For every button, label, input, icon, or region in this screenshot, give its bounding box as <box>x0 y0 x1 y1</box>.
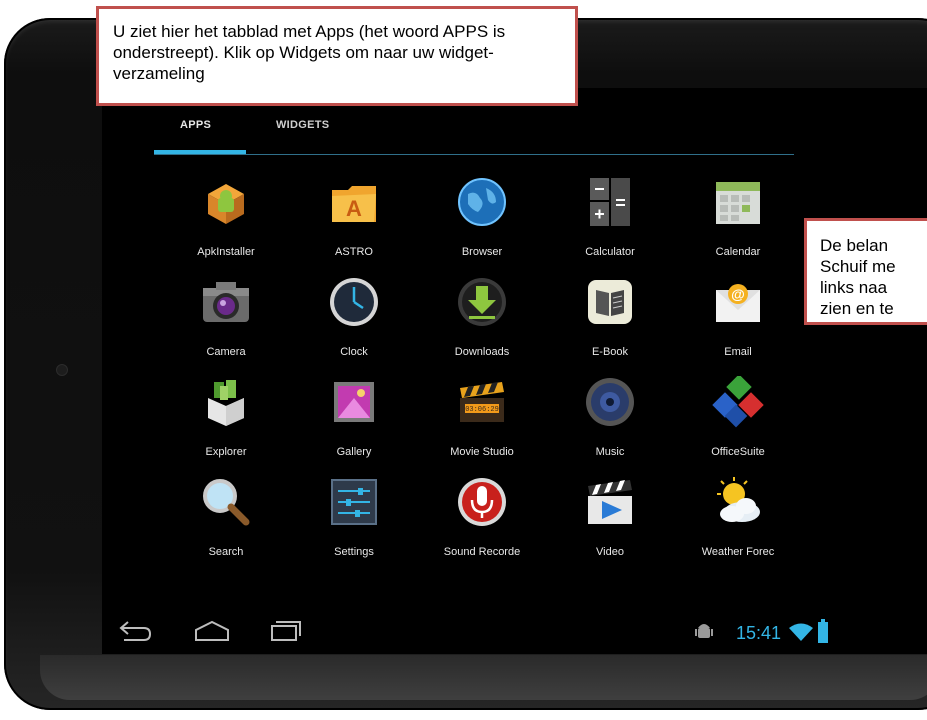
app-label: ApkInstaller <box>197 246 255 258</box>
globe-icon <box>458 178 506 226</box>
app-label: Downloads <box>454 346 510 358</box>
app-sound-recorder[interactable]: Sound Recorde <box>418 476 546 576</box>
svg-text:A: A <box>346 196 362 221</box>
weather-sun-cloud-icon <box>717 477 760 522</box>
app-label: Camera <box>206 346 246 358</box>
svg-text:03:06:29: 03:06:29 <box>465 406 499 414</box>
android-debug-icon <box>695 624 713 638</box>
app-label: Weather Forec <box>701 546 775 558</box>
front-camera <box>56 364 68 376</box>
tab-apps[interactable]: APPS <box>180 119 211 131</box>
clock-icon <box>330 278 378 326</box>
book-icon <box>588 280 632 324</box>
app-label: Video <box>596 546 624 558</box>
app-label: Calculator <box>585 246 635 258</box>
app-label: Calendar <box>715 246 761 258</box>
app-calculator[interactable]: Calculator <box>546 176 674 276</box>
app-camera[interactable]: Camera <box>162 276 290 376</box>
app-email[interactable]: @ Email <box>674 276 802 376</box>
app-gallery[interactable]: Gallery <box>290 376 418 476</box>
app-music[interactable]: Music <box>546 376 674 476</box>
app-label: Clock <box>340 346 368 358</box>
cubes-icon <box>712 376 764 428</box>
instruction-callout-top: U ziet hier het tabblad met Apps (het wo… <box>96 6 578 106</box>
status-time: 15:41 <box>736 623 782 643</box>
camera-icon <box>203 282 249 322</box>
app-label: OfficeSuite <box>711 446 765 458</box>
download-icon <box>458 278 506 326</box>
app-video[interactable]: Video <box>546 476 674 576</box>
app-browser[interactable]: Browser <box>418 176 546 276</box>
app-search[interactable]: Search <box>162 476 290 576</box>
system-navigation-bar: 15:41 <box>102 608 927 654</box>
app-label: Gallery <box>336 446 372 458</box>
tab-widgets[interactable]: WIDGETS <box>276 119 329 131</box>
app-apkinstaller[interactable]: ApkInstaller <box>162 176 290 276</box>
svg-text:@: @ <box>731 286 745 302</box>
app-astro[interactable]: A ASTRO <box>290 176 418 276</box>
tab-divider <box>154 154 794 155</box>
app-label: Sound Recorde <box>443 546 521 558</box>
sliders-icon <box>331 479 377 525</box>
app-label: Search <box>208 546 244 558</box>
app-downloads[interactable]: Downloads <box>418 276 546 376</box>
app-label: Movie Studio <box>450 446 514 458</box>
app-clock[interactable]: Clock <box>290 276 418 376</box>
magnifier-icon <box>203 479 250 526</box>
app-label: Browser <box>461 246 503 258</box>
tablet-bottom-bezel <box>40 655 927 700</box>
microphone-icon <box>458 478 506 526</box>
home-icon[interactable] <box>192 618 232 644</box>
apk-installer-icon <box>208 184 244 224</box>
instruction-callout-right: De belan Schuif me links naa zien en te <box>804 218 927 325</box>
app-label: E-Book <box>591 346 629 358</box>
calendar-icon <box>716 182 760 224</box>
picture-icon <box>334 382 374 422</box>
app-calendar[interactable]: Calendar <box>674 176 802 276</box>
app-label: Email <box>724 346 752 358</box>
app-weather[interactable]: Weather Forec <box>674 476 802 576</box>
calculator-icon <box>590 178 630 226</box>
recent-apps-icon[interactable] <box>268 618 304 644</box>
app-settings[interactable]: Settings <box>290 476 418 576</box>
callout-line: Schuif me <box>820 257 896 276</box>
box-icon <box>208 380 244 426</box>
app-movie-studio[interactable]: 03:06:29 Movie Studio <box>418 376 546 476</box>
clapperboard-icon: 03:06:29 <box>460 382 504 422</box>
battery-icon <box>818 619 828 643</box>
tablet-screen: APPS WIDGETS ApkInstaller A ASTRO Browse… <box>102 88 927 654</box>
astro-folder-icon: A <box>332 186 376 222</box>
app-label: Music <box>595 446 625 458</box>
callout-line: zien en te <box>820 299 894 318</box>
speaker-icon <box>586 378 634 426</box>
app-explorer[interactable]: Explorer <box>162 376 290 476</box>
callout-text: U ziet hier het tabblad met Apps (het wo… <box>113 22 506 83</box>
app-label: Settings <box>334 546 374 558</box>
app-label: ASTRO <box>335 246 373 258</box>
video-icon <box>588 480 632 524</box>
callout-line: links naa <box>820 278 888 297</box>
back-icon[interactable] <box>118 618 154 644</box>
app-label: Explorer <box>205 446 247 458</box>
envelope-icon: @ <box>716 284 760 322</box>
app-officesuite[interactable]: OfficeSuite <box>674 376 802 476</box>
app-ebook[interactable]: E-Book <box>546 276 674 376</box>
callout-line: De belan <box>820 236 889 255</box>
wifi-icon <box>789 623 813 641</box>
